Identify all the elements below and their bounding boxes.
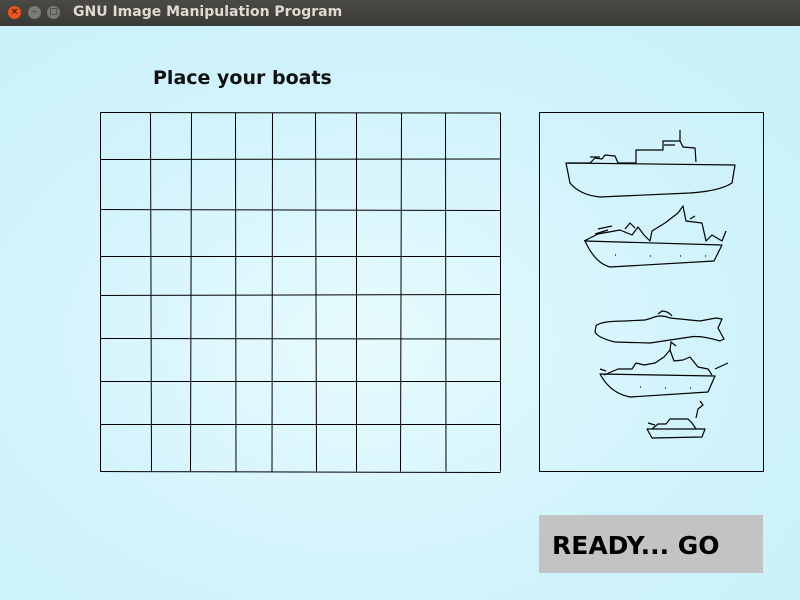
placement-grid[interactable]: [100, 112, 502, 473]
grid-cell[interactable]: [445, 424, 500, 471]
game-canvas: Place your boats READY... GO: [0, 26, 800, 600]
grid-cell[interactable]: [401, 338, 445, 381]
grid-cell[interactable]: [401, 381, 445, 424]
grid-cell[interactable]: [100, 338, 150, 381]
grid-cell[interactable]: [191, 256, 235, 295]
grid-cell[interactable]: [401, 209, 445, 256]
title-bar: × – □ GNU Image Manipulation Program: [0, 0, 800, 26]
grid-cell[interactable]: [401, 159, 445, 209]
grid-cell[interactable]: [356, 295, 401, 338]
grid-cell[interactable]: [445, 112, 500, 159]
battleship-boat[interactable]: [583, 205, 727, 268]
grid-cell[interactable]: [315, 209, 356, 256]
grid-cell[interactable]: [100, 295, 150, 338]
grid-cell[interactable]: [315, 295, 356, 338]
grid-cell[interactable]: [191, 112, 235, 159]
ready-go-button[interactable]: READY... GO: [539, 515, 763, 573]
grid-cell[interactable]: [150, 209, 191, 256]
grid-cell[interactable]: [272, 256, 315, 295]
grid-cell[interactable]: [272, 424, 315, 471]
grid-cell[interactable]: [445, 256, 500, 295]
grid-cell[interactable]: [356, 338, 401, 381]
grid-cell[interactable]: [191, 209, 235, 256]
aircraft-carrier-boat[interactable]: [565, 130, 736, 198]
grid-cell[interactable]: [315, 381, 356, 424]
grid-cell[interactable]: [356, 159, 401, 209]
grid-cell[interactable]: [445, 159, 500, 209]
grid-cell[interactable]: [150, 256, 191, 295]
grid-cell[interactable]: [235, 209, 272, 256]
grid-cell[interactable]: [272, 338, 315, 381]
grid-cell[interactable]: [100, 159, 150, 209]
grid-cell[interactable]: [150, 295, 191, 338]
grid-cell[interactable]: [445, 338, 500, 381]
grid-cell[interactable]: [401, 112, 445, 159]
grid-cell[interactable]: [191, 381, 235, 424]
grid-cell[interactable]: [100, 424, 150, 471]
grid-cell[interactable]: [356, 209, 401, 256]
grid-cell[interactable]: [356, 381, 401, 424]
grid-cell[interactable]: [100, 256, 150, 295]
page-title: Place your boats: [153, 67, 332, 89]
grid-cell[interactable]: [315, 256, 356, 295]
patrol-boat[interactable]: [646, 400, 706, 439]
grid-cell[interactable]: [235, 381, 272, 424]
grid-cell[interactable]: [401, 256, 445, 295]
grid-cell[interactable]: [235, 424, 272, 471]
grid-cell[interactable]: [100, 209, 150, 256]
grid-cell[interactable]: [272, 295, 315, 338]
grid-cell[interactable]: [272, 112, 315, 159]
grid-cell[interactable]: [445, 295, 500, 338]
fleet-panel: [539, 112, 764, 472]
grid-cell[interactable]: [356, 112, 401, 159]
maximize-window-button[interactable]: □: [47, 6, 60, 19]
grid-cell[interactable]: [235, 112, 272, 159]
grid-cell[interactable]: [150, 112, 191, 159]
grid-cell[interactable]: [272, 159, 315, 209]
minimize-window-button[interactable]: –: [28, 6, 41, 19]
submarine-boat[interactable]: [594, 310, 725, 344]
grid-cell[interactable]: [315, 159, 356, 209]
grid-cell[interactable]: [100, 112, 150, 159]
window-title: GNU Image Manipulation Program: [73, 4, 343, 20]
grid-cell[interactable]: [315, 424, 356, 471]
grid-cell[interactable]: [100, 381, 150, 424]
destroyer-boat[interactable]: [599, 341, 729, 398]
grid-cell[interactable]: [272, 381, 315, 424]
grid-row-line: [100, 471, 501, 473]
grid-cell[interactable]: [401, 424, 445, 471]
grid-cell[interactable]: [315, 338, 356, 381]
grid-cell[interactable]: [191, 295, 235, 338]
grid-cell[interactable]: [191, 159, 235, 209]
grid-cell[interactable]: [150, 424, 191, 471]
grid-cell[interactable]: [235, 338, 272, 381]
close-window-button[interactable]: ×: [8, 6, 21, 19]
grid-cell[interactable]: [150, 381, 191, 424]
grid-cell[interactable]: [445, 381, 500, 424]
grid-cell[interactable]: [272, 209, 315, 256]
grid-cell[interactable]: [356, 424, 401, 471]
grid-cell[interactable]: [356, 256, 401, 295]
grid-cell[interactable]: [150, 159, 191, 209]
grid-cell[interactable]: [445, 209, 500, 256]
grid-cell[interactable]: [191, 424, 235, 471]
grid-cell[interactable]: [235, 295, 272, 338]
grid-cell[interactable]: [401, 295, 445, 338]
grid-cell[interactable]: [191, 338, 235, 381]
grid-cell[interactable]: [150, 338, 191, 381]
grid-cell[interactable]: [235, 159, 272, 209]
grid-cell[interactable]: [235, 256, 272, 295]
grid-cell[interactable]: [315, 112, 356, 159]
